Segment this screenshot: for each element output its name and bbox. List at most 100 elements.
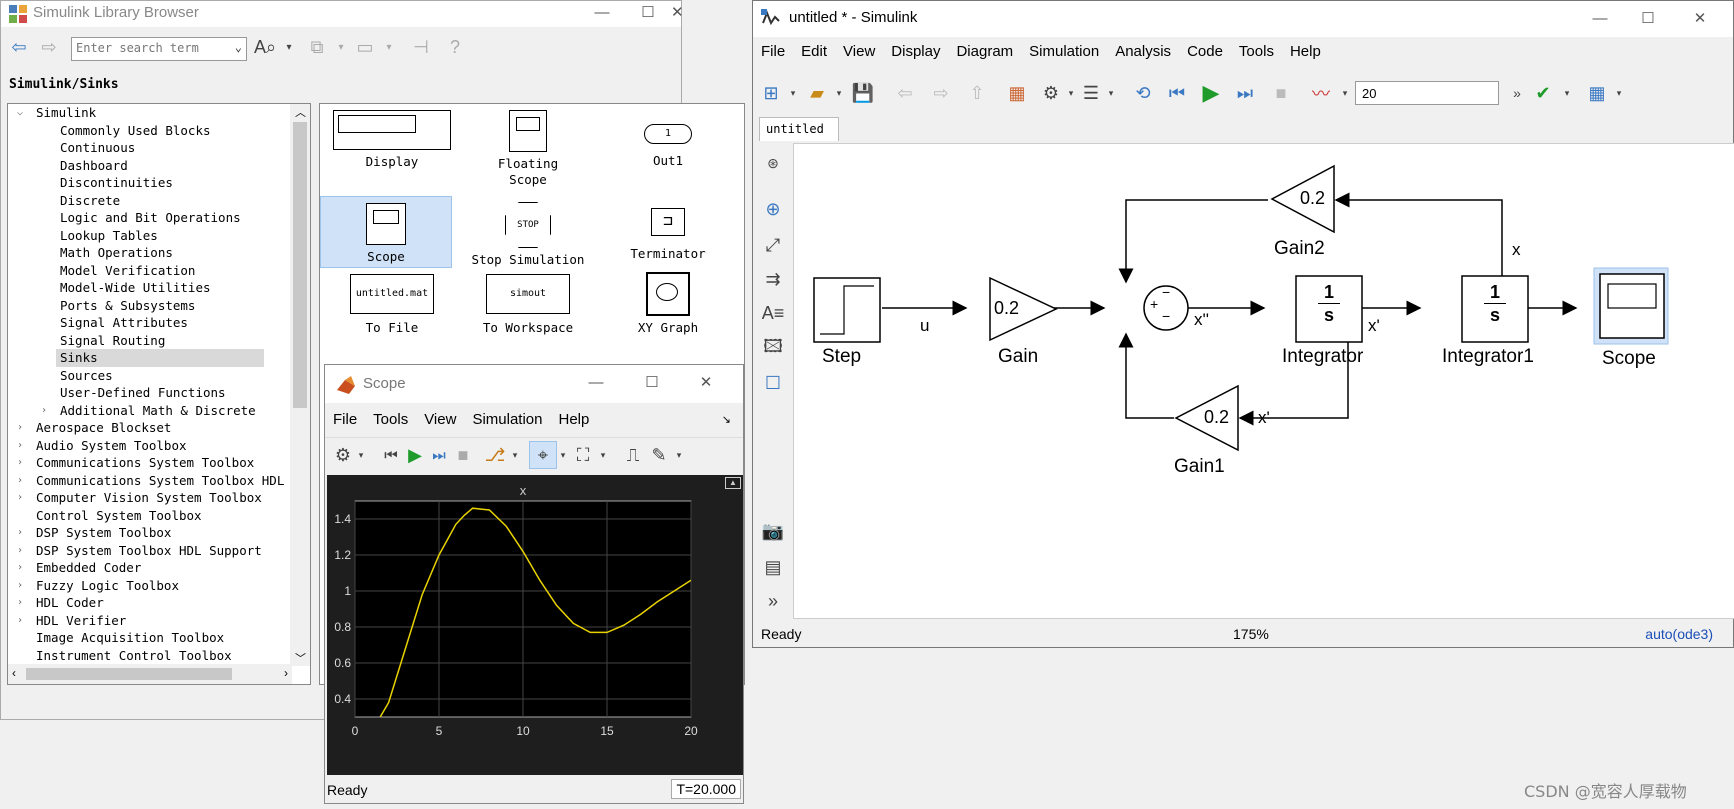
expand-panel-icon[interactable]: » (759, 587, 787, 615)
solver-link[interactable]: auto(ode3) (1645, 626, 1713, 642)
run-icon[interactable]: ▶ (1197, 79, 1225, 107)
menu-diagram[interactable]: Diagram (948, 39, 1021, 65)
cursor-measure-icon[interactable]: ⎍ (619, 441, 647, 469)
menu-file[interactable]: File (753, 39, 793, 65)
tree-item[interactable]: Model-Wide Utilities (8, 279, 290, 297)
scroll-left-icon[interactable]: ‹ (12, 666, 16, 680)
stop-icon[interactable]: ■ (1267, 79, 1295, 107)
fit-to-view-icon[interactable]: ⤢ (759, 231, 787, 259)
menu-tools[interactable]: Tools (1231, 39, 1282, 65)
dropdown-arrow-icon[interactable]: ▾ (589, 441, 617, 469)
menu-edit[interactable]: Edit (793, 39, 835, 65)
simulink-close-button[interactable]: ✕ (1677, 7, 1723, 33)
floating-scope-block[interactable]: Floating Scope (470, 110, 586, 192)
scope-menu-tools[interactable]: Tools (365, 407, 416, 433)
expand-chevron-right-icon[interactable]: › (14, 524, 26, 542)
library-minimize-button[interactable]: — (579, 1, 625, 27)
zoom-in-icon[interactable]: ⊕ (759, 195, 787, 223)
expand-chevron-right-icon[interactable]: › (14, 489, 26, 507)
stop-simulation-block[interactable]: STOP Stop Simulation (456, 196, 600, 268)
tree-item[interactable]: › Additional Math & Discrete (8, 402, 290, 420)
scope-block[interactable]: Scope (320, 196, 452, 268)
expand-chevron-right-icon[interactable]: › (14, 559, 26, 577)
scope-minimize-button[interactable]: — (573, 371, 619, 397)
tree-item[interactable]: Commonly Used Blocks (8, 122, 290, 140)
tree-item[interactable]: Discrete (8, 192, 290, 210)
tree-item[interactable]: Instrument Control Toolbox (8, 647, 290, 665)
scope-plot-area[interactable]: 0 5 10 15 20 0.4 0.6 0.8 1 1.2 1.4 x ▲ (327, 475, 743, 775)
tree-item[interactable]: Model Verification (8, 262, 290, 280)
chevron-down-icon[interactable]: ⌄ (235, 40, 242, 54)
stop-icon[interactable]: ■ (449, 441, 477, 469)
pin-icon[interactable]: ⊣ (407, 33, 435, 61)
tree-item[interactable]: › Communications System Toolbox (8, 454, 290, 472)
route-lines-icon[interactable]: ⇉ (759, 265, 787, 293)
display-block[interactable]: Display (330, 110, 454, 178)
library-browser-icon[interactable]: ▦ (1003, 79, 1031, 107)
tree-item[interactable]: Signal Routing (8, 332, 290, 350)
tree-item[interactable]: › DSP System Toolbox (8, 524, 290, 542)
xy-graph-block[interactable]: XY Graph (610, 272, 726, 340)
forward-arrow-icon[interactable]: ⇨ (927, 79, 955, 107)
tree-item[interactable]: User-Defined Functions (8, 384, 290, 402)
tree-item[interactable]: › Embedded Coder (8, 559, 290, 577)
tree-item[interactable]: Signal Attributes (8, 314, 290, 332)
model-canvas[interactable]: Step 0.2 Gain + − − 0.2 Gain2 0.2 Gain1 … (793, 143, 1734, 619)
model-tab[interactable]: untitled (759, 117, 839, 141)
scope-menu-help[interactable]: Help (551, 407, 598, 433)
dropdown-arrow-icon[interactable]: ▾ (665, 441, 693, 469)
tree-item[interactable]: Image Acquisition Toolbox (8, 629, 290, 647)
menu-code[interactable]: Code (1179, 39, 1231, 65)
tree-item[interactable]: › HDL Verifier (8, 612, 290, 630)
dropdown-arrow-icon[interactable]: ▾ (1605, 79, 1633, 107)
tree-item[interactable]: › Aerospace Blockset (8, 419, 290, 437)
tree-item[interactable]: › Fuzzy Logic Toolbox (8, 577, 290, 595)
hide-show-explorer-icon[interactable]: ⊛ (759, 149, 787, 177)
image-icon[interactable]: 🖾 (759, 335, 787, 363)
expand-chevron-right-icon[interactable]: › (14, 542, 26, 560)
dropdown-arrow-icon[interactable]: ▾ (1553, 79, 1581, 107)
tree-item[interactable]: Control System Toolbox (8, 507, 290, 525)
library-close-button[interactable]: ✕ (671, 1, 684, 27)
tree-item[interactable]: ⌵ Simulink (8, 104, 290, 122)
tree-item[interactable]: Lookup Tables (8, 227, 290, 245)
dropdown-arrow-icon[interactable]: ▾ (1097, 79, 1125, 107)
library-maximize-button[interactable]: ☐ (625, 1, 671, 27)
search-input[interactable]: Enter search term ⌄ (71, 37, 247, 61)
tree-item[interactable]: Sinks (56, 349, 264, 367)
tree-horizontal-scrollbar[interactable]: ‹ › (8, 664, 292, 684)
more-toolbar-icon[interactable]: » (1503, 79, 1531, 107)
tree-item[interactable]: › Audio System Toolbox (8, 437, 290, 455)
screenshot-icon[interactable]: 📷 (759, 517, 787, 545)
dropdown-arrow-icon[interactable]: ▾ (275, 33, 303, 61)
expand-chevron-right-icon[interactable]: › (14, 437, 26, 455)
scroll-right-icon[interactable]: › (284, 666, 288, 680)
terminator-block[interactable]: ⊐ Terminator (610, 196, 726, 268)
to-file-block[interactable]: untitled.mat To File (330, 274, 454, 340)
step-back-icon[interactable]: ⏮ (1163, 79, 1191, 107)
stop-time-input[interactable] (1355, 81, 1499, 105)
dropdown-arrow-icon[interactable]: ▾ (501, 441, 529, 469)
dropdown-arrow-icon[interactable]: ▾ (347, 441, 375, 469)
help-icon[interactable]: ? (441, 33, 469, 61)
menu-analysis[interactable]: Analysis (1107, 39, 1179, 65)
expand-chevron-right-icon[interactable]: › (14, 454, 26, 472)
simulink-maximize-button[interactable]: ☐ (1625, 7, 1671, 33)
tree-item[interactable]: Logic and Bit Operations (8, 209, 290, 227)
expand-chevron-right-icon[interactable]: › (14, 472, 26, 490)
scope-maximize-button[interactable]: ☐ (629, 371, 675, 397)
annotation-icon[interactable]: A≡ (759, 299, 787, 327)
restore-axes-icon[interactable]: ▲ (725, 477, 741, 489)
scope-menu-simulation[interactable]: Simulation (464, 407, 550, 433)
save-icon[interactable]: 💾 (849, 79, 877, 107)
expand-chevron-right-icon[interactable]: › (14, 419, 26, 437)
expand-chevron-right-icon[interactable]: › (14, 594, 26, 612)
menu-view[interactable]: View (835, 39, 883, 65)
menu-help[interactable]: Help (1282, 39, 1329, 65)
property-inspector-icon[interactable]: ▤ (759, 553, 787, 581)
to-workspace-block[interactable]: simout To Workspace (466, 274, 590, 340)
tree-item[interactable]: › DSP System Toolbox HDL Support (8, 542, 290, 560)
expand-chevron-right-icon[interactable]: › (14, 577, 26, 595)
scope-close-button[interactable]: ✕ (683, 371, 729, 397)
menu-display[interactable]: Display (883, 39, 948, 65)
